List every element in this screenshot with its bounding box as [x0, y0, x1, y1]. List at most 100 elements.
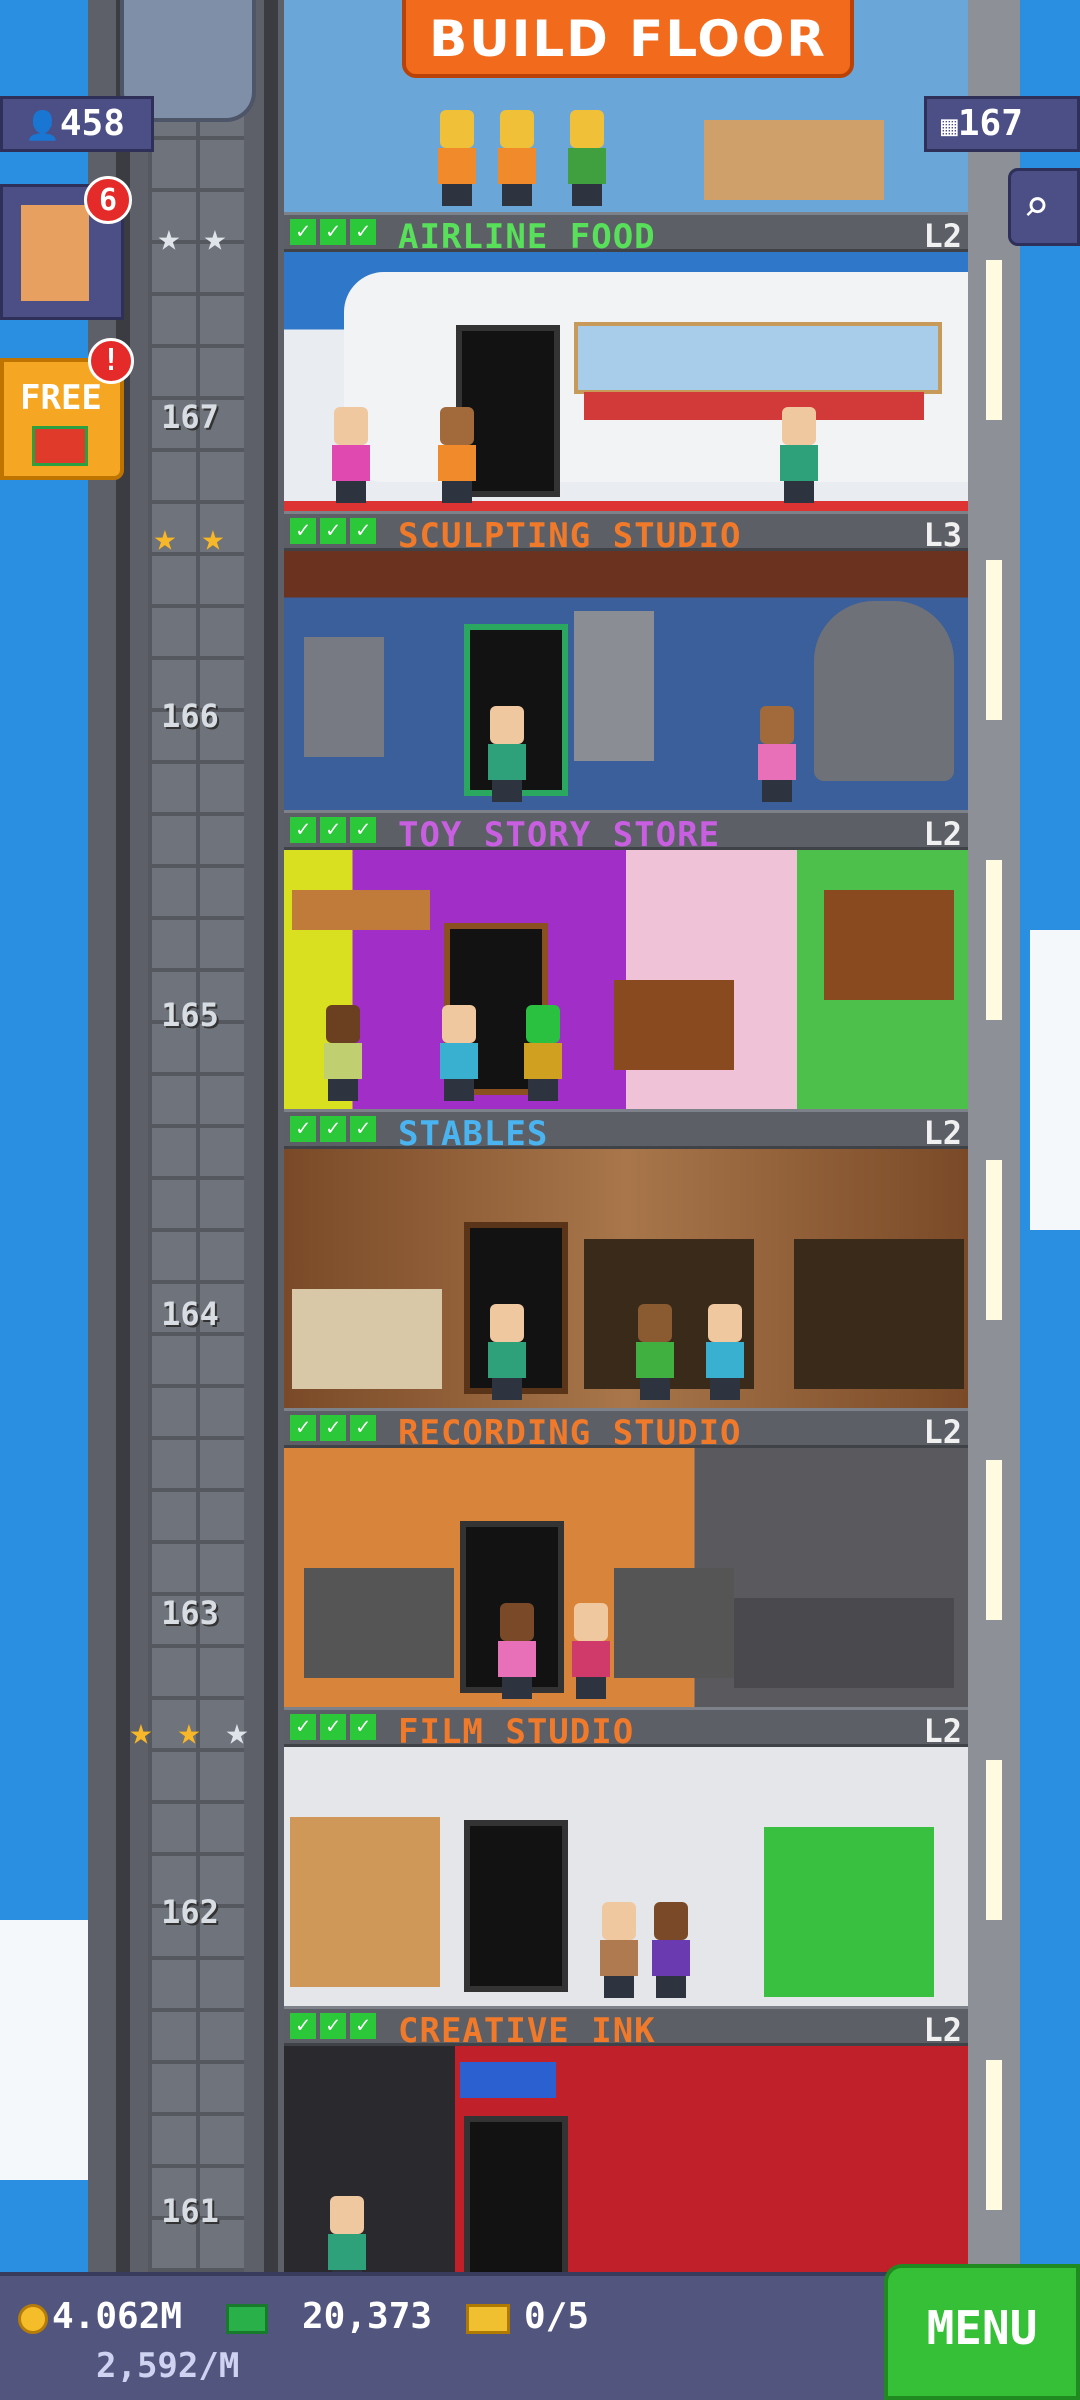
person-sprite[interactable]: [596, 1902, 642, 1998]
person-sprite[interactable]: [632, 1304, 678, 1400]
mixing-desk: [304, 1568, 454, 1678]
shaft-rail-right: [264, 0, 278, 2272]
search-button[interactable]: ⌕: [1008, 168, 1080, 246]
floor-header: ✓ ✓ ✓ TOY STORY STORE L2: [284, 810, 968, 855]
income-rate: 2,592/M: [96, 2346, 240, 2386]
wood-panel: [290, 1817, 440, 1987]
tower: ✓ ✓ ✓ AIRLINE FOOD L2 ✓ ✓ ✓ SCULPTING STUDIO…: [284, 0, 968, 2272]
check-icon: ✓: [320, 219, 346, 245]
search-icon: ⌕: [1023, 181, 1050, 232]
floor-number-167: 167: [161, 398, 219, 436]
check-icon: ✓: [350, 2013, 376, 2039]
person-icon: 👤: [25, 109, 60, 142]
star-icon: ★: [203, 215, 227, 259]
check-icon: ✓: [320, 1116, 346, 1142]
floor-163[interactable]: ✓ ✓ ✓ RECORDING STUDIO L2: [284, 1408, 968, 1707]
bux-icon: [226, 2304, 268, 2334]
person-sprite[interactable]: [754, 706, 800, 802]
guitars: [734, 1598, 954, 1688]
cloud-left: [0, 1920, 88, 2180]
check-icon: ✓: [350, 518, 376, 544]
check-icon: ✓: [320, 1714, 346, 1740]
person-sprite[interactable]: [328, 407, 374, 503]
tickets-value: 0/5: [524, 2296, 590, 2337]
person-sprite[interactable]: [320, 1005, 366, 1101]
person-sprite[interactable]: [494, 1603, 540, 1699]
person-sprite[interactable]: [484, 1304, 530, 1400]
floor-161[interactable]: ✓ ✓ ✓ CREATIVE INK L2: [284, 2006, 968, 2272]
room-stables[interactable]: [284, 1149, 968, 1408]
build-floor-button[interactable]: BUILD FLOOR: [402, 0, 854, 78]
check-icon: ✓: [350, 1116, 376, 1142]
population-value: 458: [59, 103, 125, 144]
star-icon: ★: [153, 515, 177, 559]
star-icon: ★: [201, 515, 225, 559]
floor-strip: [284, 501, 968, 511]
room-creative-ink[interactable]: [284, 2046, 968, 2272]
floor-number-164: 164: [161, 1295, 219, 1333]
floor-name: TOY STORY STORE: [398, 815, 721, 855]
person-sprite[interactable]: [776, 407, 822, 503]
window-light: [986, 1460, 1002, 1620]
person-sprite[interactable]: [324, 2196, 370, 2272]
room-film-studio[interactable]: [284, 1747, 968, 2006]
mixing-desk: [614, 1568, 734, 1678]
check-icon: ✓: [290, 1714, 316, 1740]
window-light: [986, 1160, 1002, 1320]
check-icon: ✓: [350, 817, 376, 843]
plane-windows: [574, 322, 942, 394]
window-light: [986, 1760, 1002, 1920]
room-recording-studio[interactable]: [284, 1448, 968, 1707]
person-sprite[interactable]: [436, 1005, 482, 1101]
population-counter[interactable]: 👤458: [0, 96, 154, 152]
floor-name: FILM STUDIO: [398, 1712, 635, 1752]
floors-counter[interactable]: ▦167: [924, 96, 1080, 152]
person-sprite[interactable]: [568, 1603, 614, 1699]
room-airline-food[interactable]: [284, 252, 968, 511]
menu-button[interactable]: MENU: [884, 2264, 1080, 2400]
check-icon: ✓: [320, 518, 346, 544]
star-icon: ★: [177, 1709, 201, 1753]
star-icon: ★: [225, 1709, 249, 1753]
check-icon: ✓: [350, 1714, 376, 1740]
floor-number-163: 163: [161, 1594, 219, 1632]
floor-164[interactable]: ✓ ✓ ✓ STABLES L2: [284, 1109, 968, 1408]
hay-bales: [292, 1289, 442, 1389]
gift-icon: [32, 426, 88, 466]
person-sprite[interactable]: [434, 407, 480, 503]
shaft-wall: [148, 0, 244, 2272]
floor-header: ✓ ✓ ✓ SCULPTING STUDIO L3: [284, 511, 968, 556]
cloud-right: [1030, 930, 1080, 1230]
floor-166[interactable]: ✓ ✓ ✓ SCULPTING STUDIO L3: [284, 511, 968, 810]
floor-165[interactable]: ✓ ✓ ✓ TOY STORY STORE L2: [284, 810, 968, 1109]
floor-number-162: 162: [161, 1893, 219, 1931]
floor-level: L2: [923, 1114, 962, 1152]
floor-number-161: 161: [161, 2192, 219, 2230]
floor-header: ✓ ✓ ✓ RECORDING STUDIO L2: [284, 1408, 968, 1453]
floor-162[interactable]: ✓ ✓ ✓ FILM STUDIO L2: [284, 1707, 968, 2006]
check-icon: ✓: [350, 1415, 376, 1441]
person-sprite[interactable]: [520, 1005, 566, 1101]
window-light: [986, 260, 1002, 420]
statue: [304, 637, 384, 757]
room-toy-store[interactable]: [284, 850, 968, 1109]
tower-right-wall: [968, 0, 1020, 2272]
person-sprite[interactable]: [702, 1304, 748, 1400]
floor-167[interactable]: ✓ ✓ ✓ AIRLINE FOOD L2: [284, 212, 968, 511]
floor-door: [464, 1820, 568, 1992]
ink-sign: [460, 2062, 556, 2098]
person-sprite[interactable]: [484, 706, 530, 802]
construction-crate: [704, 120, 884, 200]
builder-sprite: [564, 110, 610, 206]
room-sculpting-studio[interactable]: [284, 551, 968, 810]
floor-name: SCULPTING STUDIO: [398, 516, 742, 556]
star-icon: ★: [157, 215, 181, 259]
check-icon: ✓: [290, 518, 316, 544]
floors-count-value: 167: [957, 103, 1023, 144]
coins-value: 4.062M: [52, 2296, 183, 2337]
check-icon: ✓: [290, 817, 316, 843]
toy-shelf: [614, 980, 734, 1070]
person-sprite[interactable]: [648, 1902, 694, 1998]
plane-seats: [584, 392, 924, 420]
window-light: [986, 560, 1002, 720]
